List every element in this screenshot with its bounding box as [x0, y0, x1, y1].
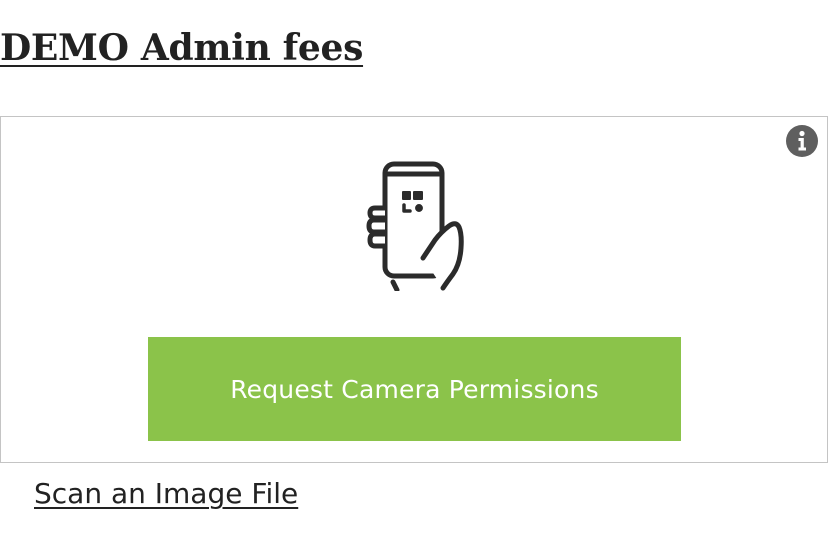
request-camera-permissions-button[interactable]: Request Camera Permissions [148, 337, 681, 441]
page-title: DEMO Admin fees [0, 27, 364, 69]
info-circle-icon[interactable] [786, 125, 818, 157]
qr-scanner-panel: Request Camera Permissions [0, 116, 828, 463]
hand-holding-phone-qr-icon [366, 161, 464, 291]
scan-image-file-link[interactable]: Scan an Image File [34, 474, 298, 514]
